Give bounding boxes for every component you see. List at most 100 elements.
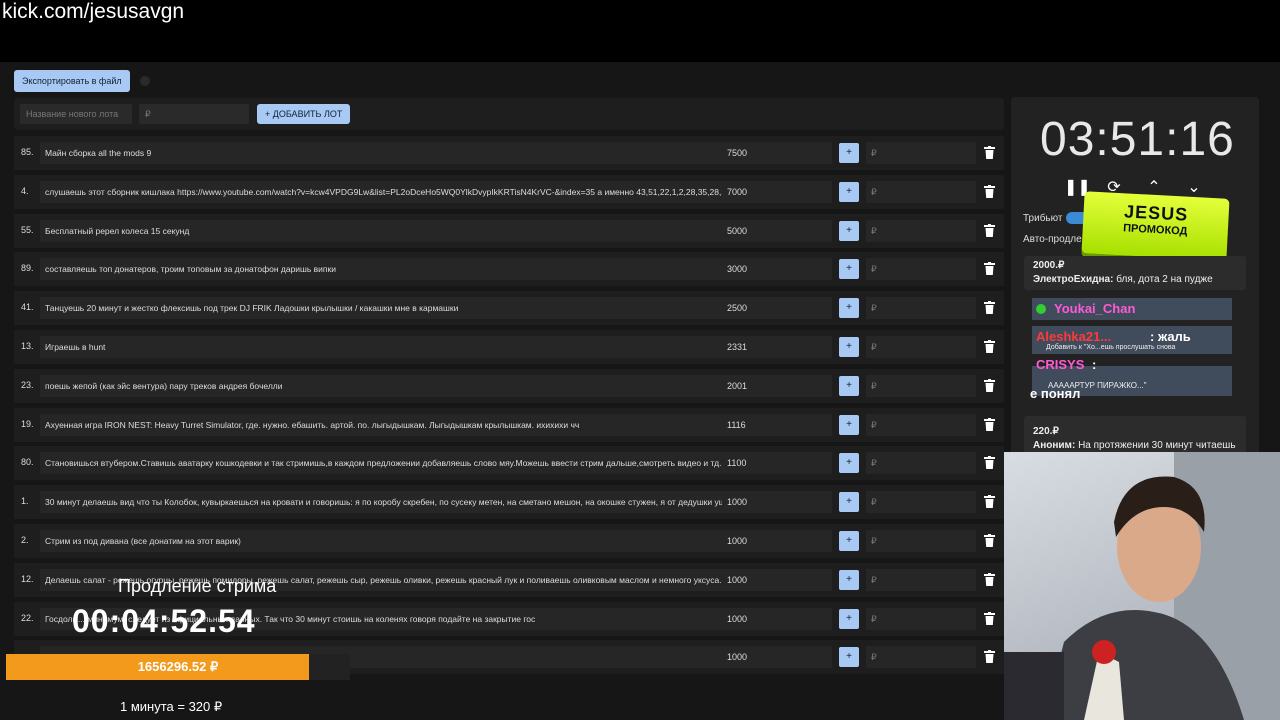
- add-amount-button[interactable]: +: [839, 259, 859, 280]
- add-amount-button[interactable]: +: [839, 453, 859, 474]
- lot-add-input[interactable]: ₽: [866, 568, 976, 591]
- lot-add-input[interactable]: ₽: [866, 530, 976, 552]
- add-lot-button[interactable]: + ДОБАВИТЬ ЛОТ: [257, 104, 351, 124]
- add-amount-button[interactable]: +: [839, 298, 859, 319]
- extension-label: Продление стрима: [118, 576, 277, 596]
- chat-message-3: :: [1092, 357, 1097, 372]
- lot-price-input[interactable]: 1116: [722, 413, 832, 436]
- extension-timer: 00:04:52.54: [72, 603, 256, 639]
- trash-icon[interactable]: [984, 301, 995, 315]
- donation-amount: 220.₽: [1033, 426, 1059, 437]
- lot-price-input[interactable]: 1000: [722, 607, 832, 630]
- lot-price-input[interactable]: 1100: [722, 452, 832, 475]
- lot-price-input[interactable]: 2001: [722, 374, 832, 397]
- lot-add-input[interactable]: ₽: [866, 297, 976, 320]
- lot-number: 41.: [21, 302, 34, 313]
- lot-price-input[interactable]: 1000: [722, 568, 832, 591]
- donation-amount: 2000.₽: [1033, 260, 1065, 271]
- add-amount-button[interactable]: +: [839, 531, 859, 551]
- trash-icon[interactable]: [984, 495, 995, 509]
- lot-price-input[interactable]: 3000: [722, 258, 832, 281]
- lot-add-input[interactable]: ₽: [866, 336, 976, 358]
- lot-number: 85.: [21, 147, 34, 157]
- lot-number: 13.: [21, 341, 34, 351]
- lot-add-input[interactable]: ₽: [866, 219, 976, 242]
- trash-icon[interactable]: [984, 146, 995, 159]
- export-button[interactable]: Экспортировать в файл: [14, 70, 130, 92]
- lot-title-input[interactable]: слушаешь этот сборник кишлака https://ww…: [40, 180, 724, 203]
- lot-price-input[interactable]: 7500: [722, 142, 832, 164]
- lot-price-input[interactable]: 7000: [722, 180, 832, 203]
- add-amount-button[interactable]: +: [839, 337, 859, 357]
- lot-add-input[interactable]: ₽: [866, 258, 976, 281]
- lot-number: 4.: [21, 185, 29, 196]
- lot-price-input[interactable]: 5000: [722, 219, 832, 242]
- lot-add-input[interactable]: ₽: [866, 142, 976, 164]
- donation-text: бля, дота 2 на пудже: [1116, 274, 1213, 285]
- webcam-feed: [1004, 452, 1280, 720]
- lot-add-input[interactable]: ₽: [866, 374, 976, 397]
- trash-icon[interactable]: [984, 456, 995, 470]
- add-amount-button[interactable]: +: [839, 220, 859, 241]
- chat-user-3: CRISYS: [1036, 357, 1085, 372]
- lot-add-input[interactable]: ₽: [866, 646, 976, 669]
- lot-add-input[interactable]: ₽: [866, 180, 976, 203]
- status-dot: [140, 76, 150, 86]
- trash-icon[interactable]: [984, 534, 995, 547]
- lot-number: 2.: [21, 535, 29, 545]
- lot-title-input[interactable]: поешь жепой (как эйс вентура) пару треко…: [40, 374, 724, 397]
- add-amount-button[interactable]: +: [839, 492, 859, 513]
- lot-row: 23. поешь жепой (как эйс вентура) пару тр…: [14, 368, 1004, 403]
- add-amount-button[interactable]: +: [839, 143, 859, 163]
- chat-overlay-text: Добавить к "Хо...ешь прослушать снова: [1046, 344, 1176, 351]
- lot-add-input[interactable]: ₽: [866, 491, 976, 514]
- new-lot-price-input[interactable]: ₽: [139, 104, 249, 124]
- lot-row: 85. Майн сборка all the mods 9 7500 + ₽: [14, 136, 1004, 170]
- lot-number: 12.: [21, 573, 34, 584]
- lot-price-input[interactable]: 2500: [722, 297, 832, 320]
- add-amount-button[interactable]: +: [839, 181, 859, 202]
- add-amount-button[interactable]: +: [839, 569, 859, 590]
- add-amount-button[interactable]: +: [839, 414, 859, 435]
- add-amount-button[interactable]: +: [839, 647, 859, 668]
- lot-number: 23.: [21, 379, 34, 390]
- lot-title-input[interactable]: Танцуешь 20 минут и жестко флексишь под …: [40, 297, 724, 320]
- trash-icon[interactable]: [984, 184, 995, 198]
- trash-icon[interactable]: [984, 611, 995, 625]
- trash-icon[interactable]: [984, 417, 995, 431]
- trash-icon[interactable]: [984, 650, 995, 664]
- trash-icon[interactable]: [984, 378, 995, 392]
- lot-price-input[interactable]: 2331: [722, 336, 832, 358]
- lot-number: 80.: [21, 457, 34, 468]
- trash-icon[interactable]: [984, 223, 995, 237]
- lot-row: 13. Играешь в hunt 2331 + ₽: [14, 330, 1004, 364]
- lot-title-input[interactable]: 30 минут делаешь вид что ты Колобок, кув…: [40, 491, 724, 514]
- lot-title-input[interactable]: Играешь в hunt: [40, 336, 724, 358]
- trash-icon[interactable]: [984, 572, 995, 586]
- lot-title-input[interactable]: Становишься втубером.Ставишь аватарку ко…: [40, 452, 724, 475]
- donation-text: На протяжении 30 минут читаешь: [1078, 440, 1236, 451]
- lot-add-input[interactable]: ₽: [866, 607, 976, 630]
- chevron-down-icon[interactable]: ⌄: [1184, 178, 1204, 198]
- lot-title-input[interactable]: Стрим из под дивана (все донатим на этот…: [40, 530, 724, 552]
- lot-add-input[interactable]: ₽: [866, 452, 976, 475]
- add-amount-button[interactable]: +: [839, 608, 859, 629]
- trash-icon[interactable]: [984, 340, 995, 353]
- add-amount-button[interactable]: +: [839, 375, 859, 396]
- lot-number: 1.: [21, 496, 29, 507]
- lot-add-input[interactable]: ₽: [866, 413, 976, 436]
- lot-title-input[interactable]: Майн сборка all the mods 9: [40, 142, 724, 164]
- lot-title-input[interactable]: составляешь топ донатеров, троим топовым…: [40, 258, 724, 281]
- lot-price-input[interactable]: 1000: [722, 491, 832, 514]
- pause-icon[interactable]: ❚❚: [1064, 178, 1091, 198]
- new-lot-name-input[interactable]: Название нового лота: [20, 104, 132, 124]
- lot-title-input[interactable]: Ахуенная игра IRON NEST: Heavy Turret Si…: [40, 413, 724, 436]
- lot-row: 1. 30 минут делаешь вид что ты Колобок, к…: [14, 485, 1004, 520]
- lot-row: 55. Бесплатный ререл колеса 15 секунд 5000…: [14, 213, 1004, 248]
- lot-price-input[interactable]: 1000: [722, 530, 832, 552]
- lot-title-input[interactable]: Бесплатный ререл колеса 15 секунд: [40, 219, 724, 242]
- trash-icon[interactable]: [984, 262, 995, 276]
- lot-number: 55.: [21, 224, 34, 235]
- lot-price-input[interactable]: 1000: [722, 646, 832, 669]
- lot-row: 41. Танцуешь 20 минут и жестко флексишь п…: [14, 291, 1004, 326]
